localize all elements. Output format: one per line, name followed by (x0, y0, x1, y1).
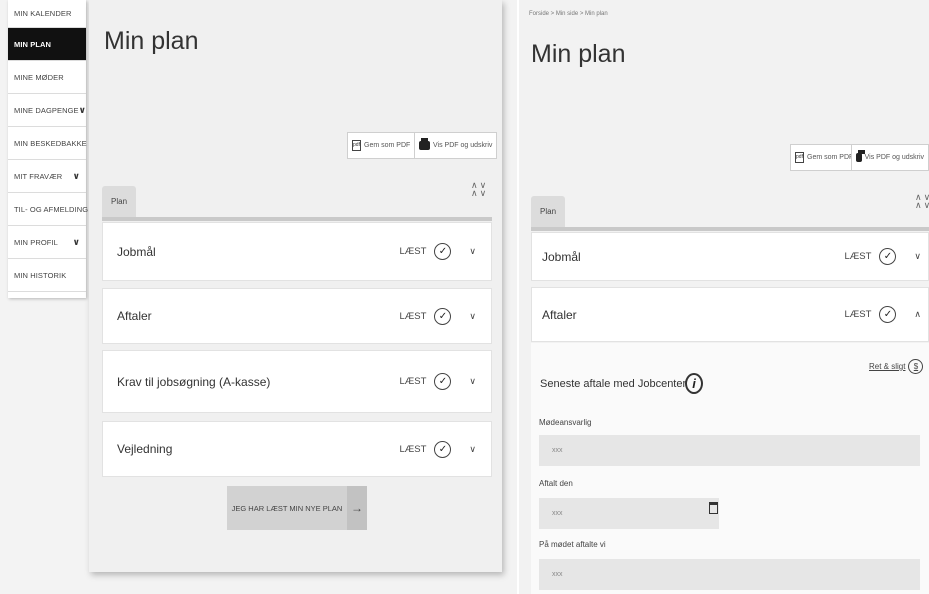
sidebar: MIN KALENDER MIN PLAN MINE MØDER MINE DA… (8, 0, 89, 298)
save-pdf-button[interactable]: pdf Gem som PDF (790, 144, 859, 171)
section-title: Seneste aftale med Jobcenter (540, 378, 687, 390)
accordion-krav[interactable]: Krav til jobsøgning (A-kasse) LÆST ✓ ∨ (102, 350, 492, 413)
accordion-vejledning[interactable]: Vejledning LÆST ✓ ∨ (102, 421, 492, 477)
status-label: LÆST (399, 376, 427, 387)
check-icon: ✓ (434, 440, 452, 458)
check-icon: ✓ (879, 306, 897, 323)
accordion-status: LÆST ✓ ∨ (399, 373, 476, 390)
moedeansvarlig-field: xxx (539, 435, 920, 466)
main-panel: Min plan pdf Gem som PDF Vis PDF og udsk… (89, 0, 502, 572)
sidebar-item-beskedbakke[interactable]: MIN BESKEDBAKKE (8, 127, 87, 160)
info-icon[interactable]: i (685, 373, 703, 394)
tab-underline (531, 227, 929, 231)
tab-label: Plan (540, 207, 557, 216)
check-icon: ✓ (434, 243, 452, 260)
accordion-title: Jobmål (542, 249, 581, 264)
print-pdf-button[interactable]: Vis PDF og udskriv (414, 132, 498, 159)
accordion-title: Krav til jobsøgning (A-kasse) (117, 374, 271, 389)
accordion-aftaler[interactable]: Aftaler LÆST ✓ ∨ (102, 288, 492, 344)
sidebar-item-label: MIN PLAN (14, 39, 52, 49)
confirm-label: JEG HAR LÆST MIN NYE PLAN (231, 503, 343, 513)
status-label: LÆST (844, 251, 872, 262)
expand-collapse-all-icon[interactable]: ∧∨ ∧∨ (471, 181, 488, 198)
aftalt-den-field: xxx (539, 498, 719, 529)
check-icon: ✓ (434, 307, 452, 325)
sidebar-item-plan[interactable]: MIN PLAN (8, 28, 86, 61)
accordion-jobmaal[interactable]: Jobmål LÆST ✓ ∨ (102, 222, 492, 281)
accordion-status: LÆST ✓ ∨ (844, 248, 921, 265)
status-label: LÆST (399, 310, 427, 322)
sidebar-item-label: MIN HISTORIK (14, 270, 67, 280)
print-pdf-button[interactable]: Vis PDF og udskriv (851, 144, 929, 171)
left-screen: MIN KALENDER MIN PLAN MINE MØDER MINE DA… (0, 0, 517, 594)
sidebar-item-profil[interactable]: MIN PROFIL ∨ (8, 226, 86, 259)
tab-label: Plan (111, 197, 128, 206)
sidebar-item-fravaer[interactable]: MIT FRAVÆR ∨ (8, 160, 86, 193)
field-label-aftalt-den: Aftalt den (539, 479, 573, 488)
print-pdf-label: Vis PDF og udskriv (864, 154, 924, 161)
chevron-down-icon: ∨ (469, 443, 476, 454)
chevron-down-icon: ∨ (469, 376, 476, 386)
chevron-down-icon: ∨ (78, 104, 87, 115)
sidebar-item-afmelding[interactable]: TIL- OG AFMELDING (8, 193, 89, 226)
chevron-down-icon: ∨ (72, 170, 80, 181)
page-title: Min plan (531, 40, 626, 68)
accordion-status: LÆST ✓ ∧ (844, 306, 921, 323)
tab-plan[interactable]: Plan (531, 196, 566, 227)
sidebar-item-label: MIN KALENDER (14, 9, 72, 18)
status-label: LÆST (844, 309, 872, 320)
chevron-up-icon: ∧ (914, 309, 921, 319)
sidebar-item-label: MIN BESKEDBAKKE (14, 138, 87, 148)
check-icon: ✓ (879, 248, 897, 265)
edit-link-label: Ret & sligt (869, 362, 906, 371)
moedet-aftalte-field: xxx (539, 559, 920, 590)
accordion-title: Aftaler (117, 309, 152, 323)
chevron-down-icon: ∨ (914, 251, 921, 261)
arrow-right-icon: → (347, 486, 367, 530)
printer-icon (856, 150, 865, 162)
sidebar-item-label: MIN PROFIL (14, 237, 58, 247)
right-screen: Forside > Min side > Min plan Min plan p… (519, 0, 929, 594)
pdf-icon: pdf (352, 140, 361, 151)
help-icon: $ (908, 359, 924, 374)
page-title: Min plan (104, 27, 199, 55)
sidebar-item-moeder[interactable]: MINE MØDER (8, 61, 86, 94)
status-label: LÆST (399, 246, 427, 257)
chevron-down-icon: ∨ (72, 236, 80, 247)
sidebar-item-kalender[interactable]: MIN KALENDER (8, 0, 86, 28)
pdf-icon: pdf (795, 152, 804, 163)
status-label: LÆST (399, 443, 427, 455)
sidebar-item-dagpenge[interactable]: MINE DAGPENGE ∨ (8, 94, 86, 127)
chevron-down-icon: ∨ (469, 246, 476, 256)
sidebar-item-label: MINE MØDER (14, 72, 64, 82)
chevron-down-icon: ∨ (469, 310, 476, 321)
print-pdf-label: Vis PDF og udskriv (433, 142, 493, 149)
printer-icon (419, 138, 430, 150)
calendar-icon[interactable] (709, 502, 718, 514)
accordion-status: LÆST ✓ ∨ (399, 243, 476, 260)
save-pdf-label: Gem som PDF (807, 154, 854, 161)
save-pdf-button[interactable]: pdf Gem som PDF (347, 132, 416, 159)
accordion-title: Vejledning (117, 442, 173, 456)
tab-underline (102, 217, 492, 221)
accordion-jobmaal[interactable]: Jobmål LÆST ✓ ∨ (531, 232, 929, 281)
field-label-moedeansvarlig: Mødeansvarlig (539, 418, 592, 427)
tab-plan[interactable]: Plan (102, 186, 137, 217)
save-pdf-label: Gem som PDF (364, 142, 411, 149)
accordion-title: Aftaler (542, 307, 577, 322)
sidebar-item-label: MIT FRAVÆR (14, 171, 63, 181)
sidebar-item-historik[interactable]: MIN HISTORIK (8, 259, 86, 292)
sidebar-item-label: MINE DAGPENGE (14, 105, 79, 115)
accordion-title: Jobmål (117, 244, 156, 259)
edit-link[interactable]: Ret & sligt $ (869, 359, 924, 374)
confirm-read-plan-button[interactable]: JEG HAR LÆST MIN NYE PLAN → (227, 486, 367, 530)
check-icon: ✓ (434, 373, 452, 390)
sidebar-item-label: TIL- OG AFMELDING (14, 204, 89, 214)
accordion-status: LÆST ✓ ∨ (399, 440, 476, 458)
accordion-status: LÆST ✓ ∨ (399, 307, 476, 325)
accordion-aftaler[interactable]: Aftaler LÆST ✓ ∧ (531, 287, 929, 342)
field-label-moedet-aftalte: På mødet aftalte vi (539, 540, 606, 549)
expand-collapse-all-icon[interactable]: ∧∨ ∧∨ (915, 193, 929, 210)
breadcrumb[interactable]: Forside > Min side > Min plan (529, 11, 608, 17)
